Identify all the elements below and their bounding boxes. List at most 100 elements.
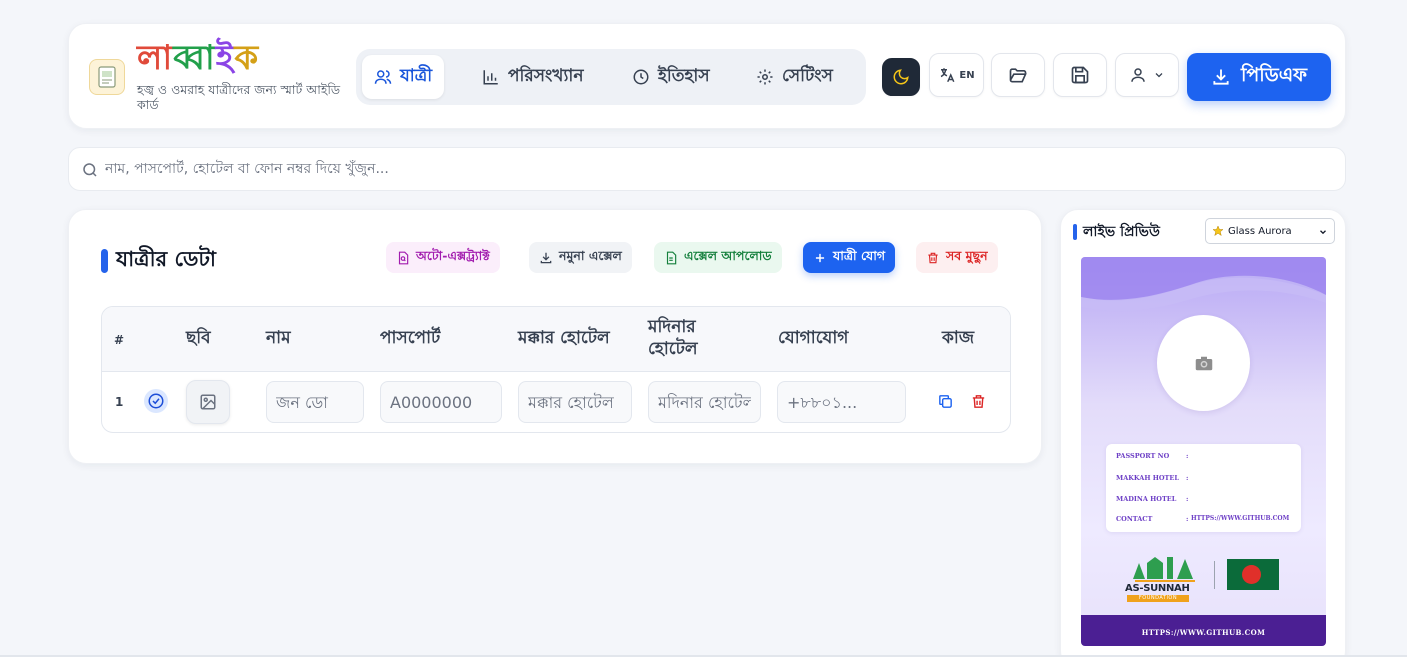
organization-subtitle: FOUNDATION — [1127, 595, 1189, 602]
search-input[interactable] — [105, 148, 1325, 190]
column-header-name: নাম — [266, 328, 291, 348]
delete-all-button[interactable]: সব মুছুন — [916, 242, 998, 273]
duplicate-row-button[interactable] — [937, 393, 954, 410]
add-passenger-button[interactable]: যাত্রী যোগ — [803, 242, 896, 273]
folder-open-icon — [1009, 68, 1027, 83]
theme-select-value: Glass Aurora — [1228, 225, 1292, 237]
chevron-down-icon — [1320, 230, 1326, 235]
excel-upload-label: এক্সেল আপলোড — [684, 247, 772, 263]
gear-icon — [757, 69, 773, 85]
dark-mode-toggle[interactable] — [882, 58, 920, 96]
translate-icon — [941, 68, 955, 83]
chevron-down-icon — [1155, 73, 1163, 78]
tab-label: যাত্রী — [400, 66, 433, 86]
preview-title: লাইভ প্রিভিউ — [1073, 220, 1160, 244]
save-button[interactable] — [1053, 53, 1107, 97]
card-photo — [1157, 315, 1250, 411]
column-header-passport: পাসপোর্ট — [380, 328, 441, 348]
pdf-download-button[interactable]: পিডিএফ — [1187, 53, 1331, 101]
bangladesh-flag-icon — [1227, 559, 1279, 590]
photo-upload-button[interactable] — [186, 380, 230, 424]
column-header-actions: কাজ — [942, 328, 975, 348]
card-footer: HTTPS://WWW.GITHUB.COM — [1081, 615, 1326, 646]
open-folder-button[interactable] — [991, 53, 1045, 97]
tab-settings[interactable]: সেটিংস — [744, 55, 845, 99]
language-label: EN — [959, 69, 975, 81]
card-field-makkah-hotel: MAKKAH HOTEL: — [1116, 474, 1189, 482]
column-header-madina-hotel: মদিনার হোটেল — [648, 317, 698, 359]
card-field-passport: PASSPORT NO: — [1116, 452, 1189, 460]
brand-name: লাব্বাইক — [137, 38, 260, 78]
column-header-contact: যোগাযোগ — [778, 328, 849, 348]
tab-label: ইতিহাস — [658, 66, 710, 86]
title-accent — [1073, 224, 1077, 240]
bar-chart-icon — [483, 70, 498, 85]
title-accent — [101, 248, 108, 273]
image-icon — [200, 394, 216, 410]
sample-excel-label: নমুনা এক্সেল — [559, 247, 622, 263]
tab-statistics[interactable]: পরিসংখ্যান — [470, 55, 595, 99]
live-preview-panel: লাইভ প্রিভিউ Glass Aurora PASSPORT NO: M… — [1060, 209, 1346, 657]
add-passenger-label: যাত্রী যোগ — [833, 247, 886, 263]
section-title-text: যাত্রীর ডেটা — [116, 247, 216, 271]
main-nav: যাত্রী পরিসংখ্যান ইতিহাস সেটিংস — [356, 49, 866, 105]
moon-icon — [893, 69, 909, 85]
app-header: লাব্বাইক হজ্ব ও ওমরাহ যাত্রীদের জন্য স্ম… — [68, 23, 1346, 129]
spreadsheet-icon — [666, 251, 677, 264]
id-card-preview: PASSPORT NO: MAKKAH HOTEL: MADINA HOTEL:… — [1081, 257, 1326, 646]
passenger-data-card: যাত্রীর ডেটা অটো-এক্সট্র্যাক্ট নমুনা এক্… — [68, 209, 1042, 464]
contact-input[interactable] — [777, 381, 906, 423]
excel-upload-button[interactable]: এক্সেল আপলোড — [654, 242, 782, 273]
column-header-photo: ছবি — [186, 328, 211, 348]
theme-select[interactable]: Glass Aurora — [1205, 218, 1335, 244]
app-logo-icon — [89, 59, 125, 95]
sample-excel-button[interactable]: নমুনা এক্সেল — [529, 242, 632, 273]
section-title: যাত্রীর ডেটা — [101, 243, 216, 278]
tab-label: সেটিংস — [782, 66, 833, 86]
name-input[interactable] — [266, 381, 364, 423]
delete-row-button[interactable] — [970, 393, 987, 410]
tab-history[interactable]: ইতিহাস — [620, 55, 722, 99]
copy-icon — [939, 395, 952, 408]
user-menu-button[interactable] — [1115, 53, 1179, 97]
save-icon — [1071, 66, 1089, 84]
file-scan-icon — [398, 251, 409, 264]
card-info-box: PASSPORT NO: MAKKAH HOTEL: MADINA HOTEL:… — [1106, 444, 1301, 532]
column-header-makkah-hotel: মক্কার হোটেল — [518, 328, 610, 348]
row-select-checkbox[interactable] — [144, 389, 168, 413]
user-icon — [1131, 68, 1145, 82]
preview-title-text: লাইভ প্রিভিউ — [1083, 224, 1160, 240]
makkah-hotel-input[interactable] — [518, 381, 632, 423]
download-icon — [1213, 69, 1229, 85]
organization-name: AS-SUNNAH — [1125, 583, 1190, 594]
users-icon — [374, 70, 392, 84]
card-field-madina-hotel: MADINA HOTEL: — [1116, 495, 1189, 503]
passenger-table: # ছবি নাম পাসপোর্ট মক্কার হোটেল মদিনার হ… — [101, 306, 1011, 433]
pdf-button-label: পিডিএফ — [1240, 64, 1308, 86]
passport-input[interactable] — [380, 381, 502, 423]
clock-icon — [633, 69, 649, 85]
auto-extract-label: অটো-এক্সট্র্যাক্ট — [416, 247, 490, 263]
tab-passengers[interactable]: যাত্রী — [362, 55, 445, 99]
download-icon — [540, 252, 552, 263]
madina-hotel-input[interactable] — [648, 381, 761, 423]
search-icon — [83, 163, 97, 177]
camera-icon — [1195, 356, 1212, 370]
row-index: 1 — [115, 395, 124, 409]
app-tagline: হজ্ব ও ওমরাহ যাত্রীদের জন্য স্মার্ট আইডি… — [137, 82, 341, 112]
check-circle-icon — [148, 393, 164, 409]
plus-icon — [815, 253, 825, 262]
language-toggle[interactable]: EN — [929, 53, 984, 97]
column-header-index: # — [114, 333, 125, 347]
card-divider — [1214, 561, 1215, 589]
star-icon — [1212, 225, 1224, 237]
trash-icon — [972, 395, 985, 408]
table-header: # ছবি নাম পাসপোর্ট মক্কার হোটেল মদিনার হ… — [102, 307, 1010, 372]
card-field-contact: CONTACT: HTTPS://WWW.GITHUB.COM — [1116, 515, 1290, 523]
search-bar — [68, 147, 1346, 191]
trash-icon — [928, 252, 938, 263]
delete-all-label: সব মুছুন — [946, 247, 988, 263]
card-footer-url: HTTPS://WWW.GITHUB.COM — [1141, 628, 1266, 637]
tab-label: পরিসংখ্যান — [508, 66, 584, 86]
auto-extract-button[interactable]: অটো-এক্সট্র্যাক্ট — [386, 242, 500, 273]
